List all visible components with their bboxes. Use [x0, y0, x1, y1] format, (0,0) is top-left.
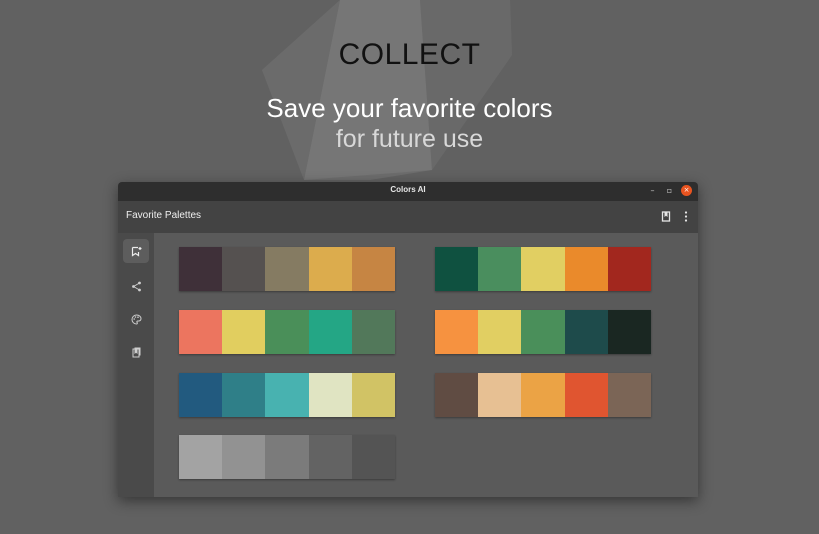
color-swatch[interactable] — [222, 435, 266, 479]
color-swatch[interactable] — [478, 373, 522, 417]
header-bar: Favorite Palettes — [118, 201, 698, 233]
hero-subtitle-secondary: for future use — [335, 125, 484, 153]
window-title: Colors AI — [390, 185, 426, 194]
color-swatch[interactable] — [308, 373, 352, 417]
color-swatch[interactable] — [521, 310, 565, 354]
color-swatch[interactable] — [564, 373, 608, 417]
sidebar — [118, 233, 154, 497]
color-swatch[interactable] — [435, 247, 479, 291]
palette-card[interactable] — [435, 247, 652, 291]
palette-icon — [131, 310, 142, 329]
color-swatch[interactable] — [222, 310, 266, 354]
color-swatch[interactable] — [564, 247, 608, 291]
app-window: Colors AI – ▫ × Favorite Palettes — [118, 182, 698, 497]
palette-grid — [154, 233, 698, 497]
color-swatch[interactable] — [435, 310, 479, 354]
palette-card[interactable] — [179, 435, 396, 479]
color-swatch[interactable] — [478, 247, 522, 291]
color-swatch[interactable] — [521, 247, 565, 291]
maximize-button[interactable]: ▫ — [664, 185, 675, 196]
sidebar-item-share[interactable] — [123, 274, 149, 298]
sidebar-item-bookmarks[interactable] — [123, 340, 149, 364]
color-swatch[interactable] — [607, 310, 652, 354]
bookmarks-icon[interactable] — [660, 209, 672, 223]
color-swatch[interactable] — [478, 310, 522, 354]
color-swatch[interactable] — [351, 435, 396, 479]
color-swatch[interactable] — [179, 247, 223, 291]
palette-card[interactable] — [179, 373, 396, 417]
sidebar-item-palette[interactable] — [123, 307, 149, 331]
color-swatch[interactable] — [308, 310, 352, 354]
color-swatch[interactable] — [265, 373, 309, 417]
color-swatch[interactable] — [308, 247, 352, 291]
color-swatch[interactable] — [607, 373, 652, 417]
hero-title: COLLECT — [338, 38, 481, 71]
share-icon — [131, 277, 142, 296]
color-swatch[interactable] — [222, 247, 266, 291]
close-button[interactable]: × — [681, 185, 692, 196]
color-swatch[interactable] — [521, 373, 565, 417]
more-vertical-icon[interactable] — [680, 209, 692, 223]
color-swatch[interactable] — [435, 373, 479, 417]
color-swatch[interactable] — [265, 310, 309, 354]
color-swatch[interactable] — [308, 435, 352, 479]
color-swatch[interactable] — [351, 310, 396, 354]
palette-card[interactable] — [179, 310, 396, 354]
collect-icon — [131, 242, 142, 261]
palette-card[interactable] — [435, 310, 652, 354]
color-swatch[interactable] — [564, 310, 608, 354]
bookmark-icon — [131, 343, 142, 362]
color-swatch[interactable] — [265, 247, 309, 291]
page-title: Favorite Palettes — [126, 210, 202, 221]
window-titlebar[interactable]: Colors AI – ▫ × — [118, 182, 698, 201]
palette-card[interactable] — [435, 373, 652, 417]
palette-card[interactable] — [179, 247, 396, 291]
color-swatch[interactable] — [222, 373, 266, 417]
color-swatch[interactable] — [351, 373, 396, 417]
sidebar-item-collect[interactable] — [123, 239, 149, 263]
minimize-button[interactable]: – — [647, 185, 658, 196]
color-swatch[interactable] — [351, 247, 396, 291]
color-swatch[interactable] — [179, 373, 223, 417]
color-swatch[interactable] — [265, 435, 309, 479]
hero-subtitle: Save your favorite colors — [266, 93, 553, 123]
color-swatch[interactable] — [607, 247, 652, 291]
color-swatch[interactable] — [179, 435, 223, 479]
color-swatch[interactable] — [179, 310, 223, 354]
